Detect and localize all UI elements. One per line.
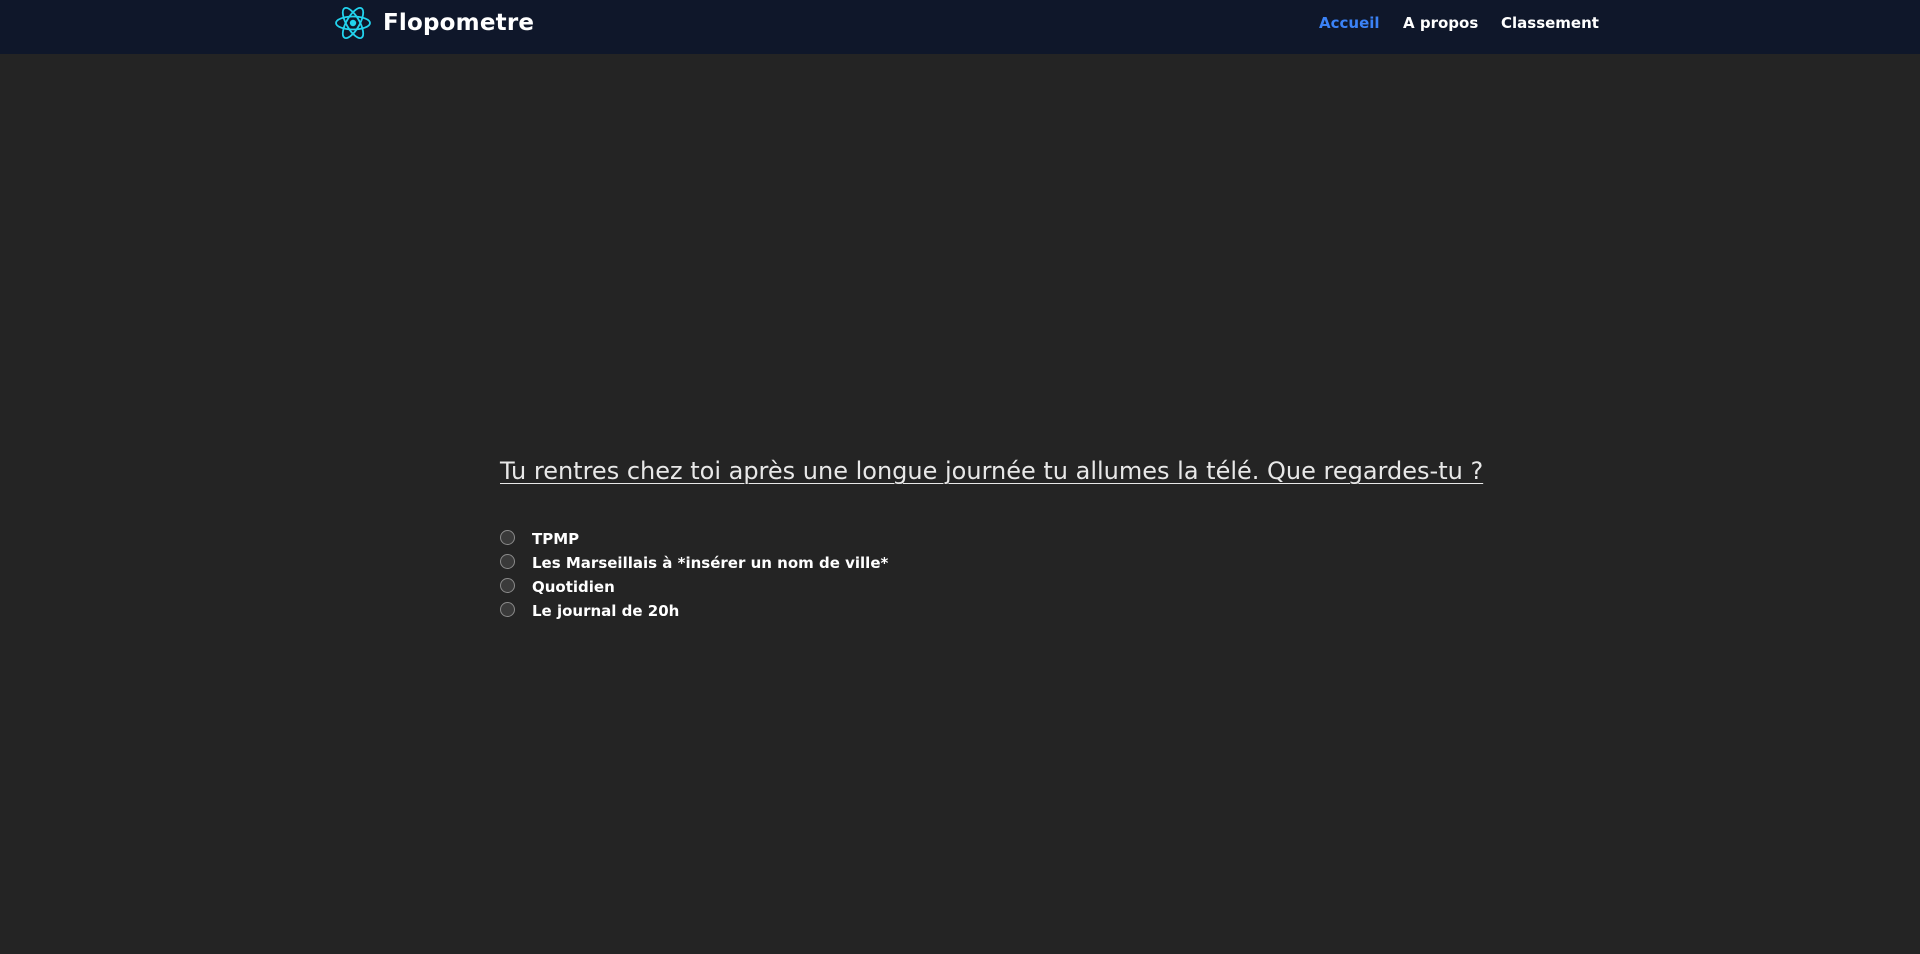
radio-button[interactable] [500,577,515,593]
option-label: Quotidien [532,578,615,596]
radio-button[interactable] [500,553,515,569]
quiz-option[interactable]: Quotidien [500,575,888,599]
quiz-option[interactable]: Le journal de 20h [500,599,888,623]
option-label: Le journal de 20h [532,602,680,620]
quiz-options: TPMP Les Marseillais à *insérer un nom d… [500,527,888,623]
option-label: TPMP [532,530,580,548]
radio-button[interactable] [500,529,515,545]
quiz-option[interactable]: TPMP [500,527,888,551]
option-label: Les Marseillais à *insérer un nom de vil… [532,554,889,572]
quiz-question: Tu rentres chez toi après une longue jou… [500,457,1484,485]
nav-links: Accueil A propos Classement [1300,0,1599,47]
nav-link-classement[interactable]: Classement [1501,14,1599,32]
nav-link-a-propos[interactable]: A propos [1403,14,1478,32]
quiz-option[interactable]: Les Marseillais à *insérer un nom de vil… [500,551,888,575]
top-navbar: Flopometre Accueil A propos Classement [0,0,1920,54]
radio-button[interactable] [500,601,515,617]
brand-link[interactable]: Flopometre [334,5,534,41]
brand-name: Flopometre [383,10,535,36]
react-atom-icon [335,7,371,39]
nav-link-accueil[interactable]: Accueil [1319,14,1380,32]
